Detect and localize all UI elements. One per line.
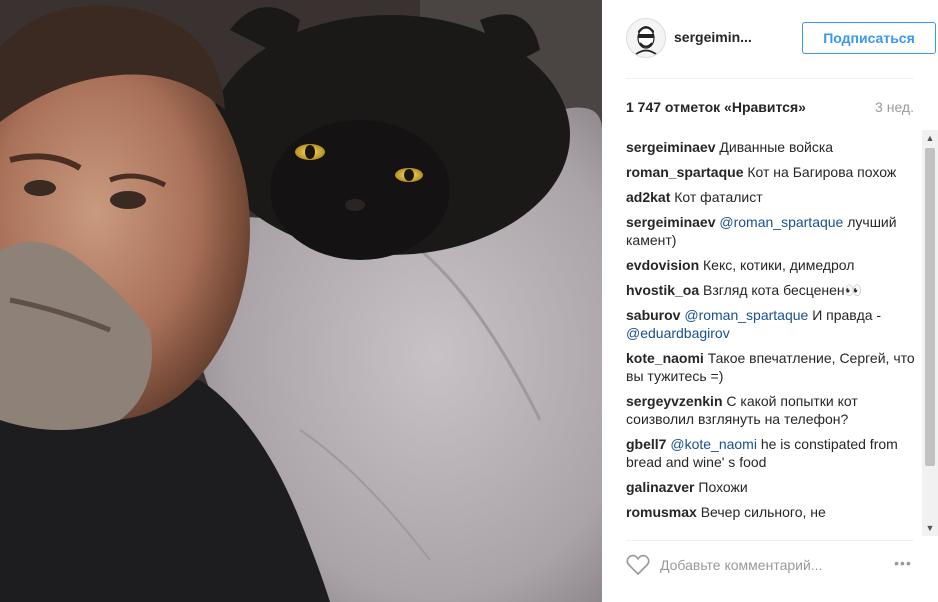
comment-author[interactable]: gbell7 bbox=[626, 436, 666, 452]
comment-item: evdovision Кекс, котики, димедрол bbox=[626, 256, 916, 274]
post-photo[interactable] bbox=[0, 0, 602, 602]
comment-author[interactable]: evdovision bbox=[626, 257, 699, 273]
scrollbar-thumb[interactable] bbox=[925, 148, 935, 466]
post-details-panel: sergeimin... Подписаться 1 747 отметок «… bbox=[602, 0, 938, 602]
comment-author[interactable]: roman_spartaque bbox=[626, 164, 743, 180]
comment-text: Кот на Багирова похож bbox=[747, 164, 897, 180]
comment-mention[interactable]: @roman_spartaque bbox=[719, 214, 843, 230]
comment-item: galinazver Похожи bbox=[626, 478, 916, 496]
comment-item: romusmax Вечер сильного, не bbox=[626, 503, 916, 521]
likes-count[interactable]: 1 747 отметок «Нравится» bbox=[626, 99, 806, 115]
comment-text: Кот фаталист bbox=[674, 189, 763, 205]
comment-item: sergeiminaev Диванные войска bbox=[626, 138, 916, 156]
comment-mention[interactable]: @eduardbagirov bbox=[626, 325, 730, 341]
comment-author[interactable]: sergeyvzenkin bbox=[626, 393, 723, 409]
scroll-up-arrow-icon[interactable]: ▲ bbox=[922, 130, 938, 146]
comment-author[interactable]: ad2kat bbox=[626, 189, 670, 205]
comment-text: Взгляд кота бесценен👀 bbox=[703, 282, 863, 298]
post-age[interactable]: 3 нед. bbox=[875, 99, 914, 115]
heart-icon[interactable] bbox=[626, 554, 650, 576]
add-comment-input[interactable] bbox=[660, 552, 870, 578]
comment-text: Кекс, котики, димедрол bbox=[703, 257, 855, 273]
follow-button[interactable]: Подписаться bbox=[802, 22, 936, 54]
comment-text: Похожи bbox=[698, 479, 748, 495]
comment-item: sergeyvzenkin С какой попытки кот соизво… bbox=[626, 392, 916, 428]
avatar-icon[interactable] bbox=[626, 18, 666, 58]
post-header: sergeimin... Подписаться bbox=[626, 16, 936, 64]
post-author-username[interactable]: sergeimin... bbox=[674, 29, 784, 45]
comment-text: Вечер сильного, не bbox=[700, 504, 826, 520]
comment-author[interactable]: galinazver bbox=[626, 479, 694, 495]
comment-author[interactable]: sergeiminaev bbox=[626, 139, 716, 155]
comment-author[interactable]: kote_naomi bbox=[626, 350, 704, 366]
comment-item: roman_spartaque Кот на Багирова похож bbox=[626, 163, 916, 181]
comment-footer: ••• bbox=[626, 552, 916, 582]
footer-divider bbox=[626, 540, 914, 541]
comment-item: gbell7 @kote_naomi he is constipated fro… bbox=[626, 435, 916, 471]
more-options-icon[interactable]: ••• bbox=[890, 555, 916, 575]
comments-scrollbar[interactable]: ▲ ▼ bbox=[922, 130, 938, 536]
comment-author[interactable]: hvostik_oa bbox=[626, 282, 699, 298]
comment-text: И правда - bbox=[812, 307, 882, 323]
comment-item: hvostik_oa Взгляд кота бесценен👀 bbox=[626, 281, 916, 299]
comment-mention[interactable]: @roman_spartaque bbox=[684, 307, 808, 323]
comment-item: kote_naomi Такое впечатление, Сергей, чт… bbox=[626, 349, 916, 385]
comment-text: he is constipated from bread and wine' s… bbox=[626, 436, 898, 470]
comment-author[interactable]: sergeiminaev bbox=[626, 214, 716, 230]
comment-item: sergeiminaev @roman_spartaque лучший кам… bbox=[626, 213, 916, 249]
comment-item: saburov @roman_spartaque И правда - @edu… bbox=[626, 306, 916, 342]
comment-mention[interactable]: @kote_naomi bbox=[670, 436, 757, 452]
comment-item: ad2kat Кот фаталист bbox=[626, 188, 916, 206]
instagram-post-modal: sergeimin... Подписаться 1 747 отметок «… bbox=[0, 0, 938, 602]
comment-text: Диванные войска bbox=[719, 139, 834, 155]
comment-author[interactable]: saburov bbox=[626, 307, 680, 323]
comments-list[interactable]: sergeiminaev Диванные войска roman_spart… bbox=[626, 138, 916, 536]
comment-author[interactable]: romusmax bbox=[626, 504, 697, 520]
scroll-down-arrow-icon[interactable]: ▼ bbox=[922, 520, 938, 536]
header-divider bbox=[626, 78, 914, 79]
